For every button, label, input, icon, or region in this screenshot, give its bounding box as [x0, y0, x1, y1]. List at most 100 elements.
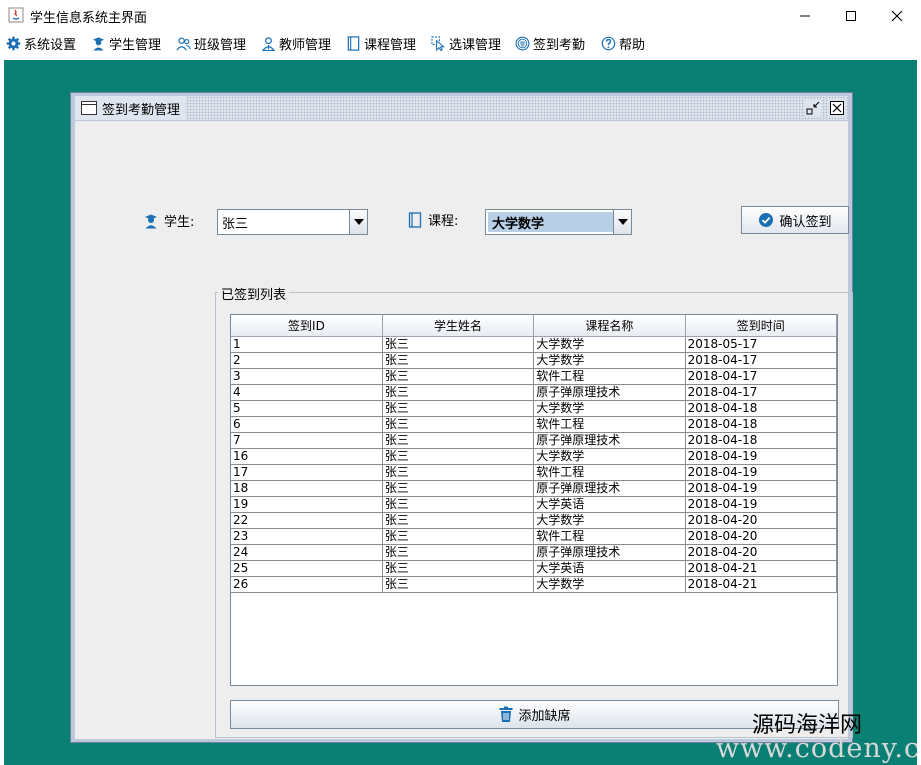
- cell-student-name[interactable]: 张三: [382, 512, 535, 529]
- table-row[interactable]: 17 张三 软件工程 2018-04-19: [231, 464, 837, 481]
- cell-student-name[interactable]: 张三: [382, 368, 535, 385]
- close-button[interactable]: [874, 0, 920, 31]
- cell-student-name[interactable]: 张三: [382, 528, 535, 545]
- table-row[interactable]: 23 张三 软件工程 2018-04-20: [231, 528, 837, 545]
- table-row[interactable]: 26 张三 大学数学 2018-04-21: [231, 576, 837, 593]
- cell-signin-time[interactable]: 2018-05-17: [685, 336, 837, 353]
- cell-course-name[interactable]: 大学数学: [533, 576, 686, 593]
- cell-signin-time[interactable]: 2018-04-18: [685, 432, 837, 449]
- cell-id[interactable]: 22: [231, 512, 383, 529]
- cell-student-name[interactable]: 张三: [382, 416, 535, 433]
- cell-signin-time[interactable]: 2018-04-17: [685, 384, 837, 401]
- cell-id[interactable]: 19: [231, 496, 383, 513]
- cell-course-name[interactable]: 软件工程: [533, 464, 686, 481]
- table-row[interactable]: 16 张三 大学数学 2018-04-19: [231, 448, 837, 465]
- cell-id[interactable]: 4: [231, 384, 383, 401]
- cell-id[interactable]: 6: [231, 416, 383, 433]
- cell-id[interactable]: 17: [231, 464, 383, 481]
- menu-system-settings[interactable]: 系统设置: [6, 34, 76, 53]
- signin-table[interactable]: 签到ID 学生姓名 课程名称 签到时间 1 张三 大学数学 2018-05-17 2 张三…: [231, 315, 837, 593]
- cell-signin-time[interactable]: 2018-04-19: [685, 464, 837, 481]
- cell-id[interactable]: 23: [231, 528, 383, 545]
- cell-student-name[interactable]: 张三: [382, 544, 535, 561]
- cell-student-name[interactable]: 张三: [382, 352, 535, 369]
- table-row[interactable]: 18 张三 原子弹原理技术 2018-04-19: [231, 480, 837, 497]
- cell-student-name[interactable]: 张三: [382, 400, 535, 417]
- column-header-student-name[interactable]: 学生姓名: [382, 315, 535, 337]
- frame-iconify-button[interactable]: [805, 100, 821, 116]
- table-row[interactable]: 5 张三 大学数学 2018-04-18: [231, 400, 837, 417]
- course-combobox-arrow[interactable]: [613, 210, 631, 234]
- cell-student-name[interactable]: 张三: [382, 384, 535, 401]
- cell-id[interactable]: 2: [231, 352, 383, 369]
- frame-titlebar[interactable]: 签到考勤管理: [75, 96, 848, 120]
- cell-course-name[interactable]: 大学数学: [533, 400, 686, 417]
- cell-course-name[interactable]: 软件工程: [533, 528, 686, 545]
- cell-student-name[interactable]: 张三: [382, 336, 535, 353]
- cell-student-name[interactable]: 张三: [382, 576, 535, 593]
- cell-course-name[interactable]: 大学数学: [533, 512, 686, 529]
- cell-id[interactable]: 24: [231, 544, 383, 561]
- menu-help[interactable]: 帮助: [601, 34, 645, 53]
- column-header-course-name[interactable]: 课程名称: [533, 315, 686, 337]
- cell-id[interactable]: 1: [231, 336, 383, 353]
- menu-course-management[interactable]: 课程管理: [346, 34, 416, 53]
- cell-id[interactable]: 3: [231, 368, 383, 385]
- menu-attendance[interactable]: 签到考勤: [515, 34, 585, 53]
- cell-course-name[interactable]: 大学英语: [533, 496, 686, 513]
- table-row[interactable]: 6 张三 软件工程 2018-04-18: [231, 416, 837, 433]
- cell-signin-time[interactable]: 2018-04-19: [685, 480, 837, 497]
- cell-student-name[interactable]: 张三: [382, 464, 535, 481]
- cell-signin-time[interactable]: 2018-04-19: [685, 496, 837, 513]
- table-row[interactable]: 19 张三 大学英语 2018-04-19: [231, 496, 837, 513]
- cell-signin-time[interactable]: 2018-04-19: [685, 448, 837, 465]
- cell-signin-time[interactable]: 2018-04-17: [685, 368, 837, 385]
- cell-student-name[interactable]: 张三: [382, 432, 535, 449]
- cell-student-name[interactable]: 张三: [382, 480, 535, 497]
- cell-signin-time[interactable]: 2018-04-20: [685, 512, 837, 529]
- frame-close-button[interactable]: [829, 100, 845, 116]
- cell-signin-time[interactable]: 2018-04-17: [685, 352, 837, 369]
- cell-course-name[interactable]: 原子弹原理技术: [533, 384, 686, 401]
- add-absence-button[interactable]: 添加缺席: [230, 700, 839, 729]
- table-row[interactable]: 2 张三 大学数学 2018-04-17: [231, 352, 837, 369]
- table-row[interactable]: 25 张三 大学英语 2018-04-21: [231, 560, 837, 577]
- menu-course-selection[interactable]: 选课管理: [431, 34, 501, 53]
- cell-id[interactable]: 18: [231, 480, 383, 497]
- cell-signin-time[interactable]: 2018-04-20: [685, 544, 837, 561]
- student-combobox[interactable]: 张三: [217, 209, 368, 235]
- cell-course-name[interactable]: 软件工程: [533, 416, 686, 433]
- cell-signin-time[interactable]: 2018-04-18: [685, 400, 837, 417]
- cell-course-name[interactable]: 原子弹原理技术: [533, 544, 686, 561]
- maximize-button[interactable]: [828, 0, 874, 31]
- cell-signin-time[interactable]: 2018-04-18: [685, 416, 837, 433]
- cell-signin-time[interactable]: 2018-04-21: [685, 560, 837, 577]
- cell-student-name[interactable]: 张三: [382, 496, 535, 513]
- cell-course-name[interactable]: 软件工程: [533, 368, 686, 385]
- cell-course-name[interactable]: 大学数学: [533, 448, 686, 465]
- cell-course-name[interactable]: 原子弹原理技术: [533, 432, 686, 449]
- table-row[interactable]: 22 张三 大学数学 2018-04-20: [231, 512, 837, 529]
- cell-signin-time[interactable]: 2018-04-20: [685, 528, 837, 545]
- table-row[interactable]: 1 张三 大学数学 2018-05-17: [231, 336, 837, 353]
- cell-course-name[interactable]: 原子弹原理技术: [533, 480, 686, 497]
- table-row[interactable]: 24 张三 原子弹原理技术 2018-04-20: [231, 544, 837, 561]
- confirm-signin-button[interactable]: 确认签到: [741, 206, 849, 234]
- menu-student-management[interactable]: 学生管理: [91, 34, 161, 53]
- course-combobox[interactable]: 大学数学: [485, 209, 632, 235]
- cell-id[interactable]: 26: [231, 576, 383, 593]
- student-combobox-arrow[interactable]: [349, 210, 367, 234]
- cell-id[interactable]: 7: [231, 432, 383, 449]
- cell-id[interactable]: 5: [231, 400, 383, 417]
- cell-signin-time[interactable]: 2018-04-21: [685, 576, 837, 593]
- cell-course-name[interactable]: 大学数学: [533, 336, 686, 353]
- cell-course-name[interactable]: 大学数学: [533, 352, 686, 369]
- table-row[interactable]: 7 张三 原子弹原理技术 2018-04-18: [231, 432, 837, 449]
- column-header-signin-time[interactable]: 签到时间: [685, 315, 837, 337]
- cell-student-name[interactable]: 张三: [382, 448, 535, 465]
- menu-class-management[interactable]: 班级管理: [176, 34, 246, 53]
- cell-id[interactable]: 25: [231, 560, 383, 577]
- cell-student-name[interactable]: 张三: [382, 560, 535, 577]
- cell-id[interactable]: 16: [231, 448, 383, 465]
- signin-table-scrollpane[interactable]: 签到ID 学生姓名 课程名称 签到时间 1 张三 大学数学 2018-05-17 2 张三…: [230, 314, 838, 686]
